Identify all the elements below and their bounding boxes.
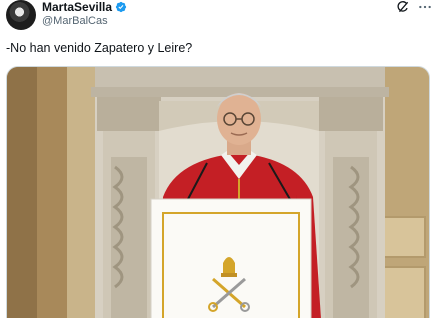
grok-icon[interactable] bbox=[396, 0, 410, 14]
tweet-header: MartaSevilla @MarBalCas bbox=[0, 0, 440, 36]
verified-badge-icon bbox=[115, 1, 127, 13]
avatar[interactable] bbox=[6, 0, 36, 30]
tweet-media-image[interactable] bbox=[6, 66, 430, 318]
author-display-name[interactable]: MartaSevilla bbox=[42, 0, 112, 14]
more-dots-icon[interactable] bbox=[418, 2, 432, 12]
author-name-row: MartaSevilla bbox=[42, 0, 127, 14]
author-handle[interactable]: @MarBalCas bbox=[42, 14, 108, 28]
tweet-text: -No han venido Zapatero y Leire? bbox=[6, 41, 193, 55]
media-photo bbox=[7, 67, 429, 318]
